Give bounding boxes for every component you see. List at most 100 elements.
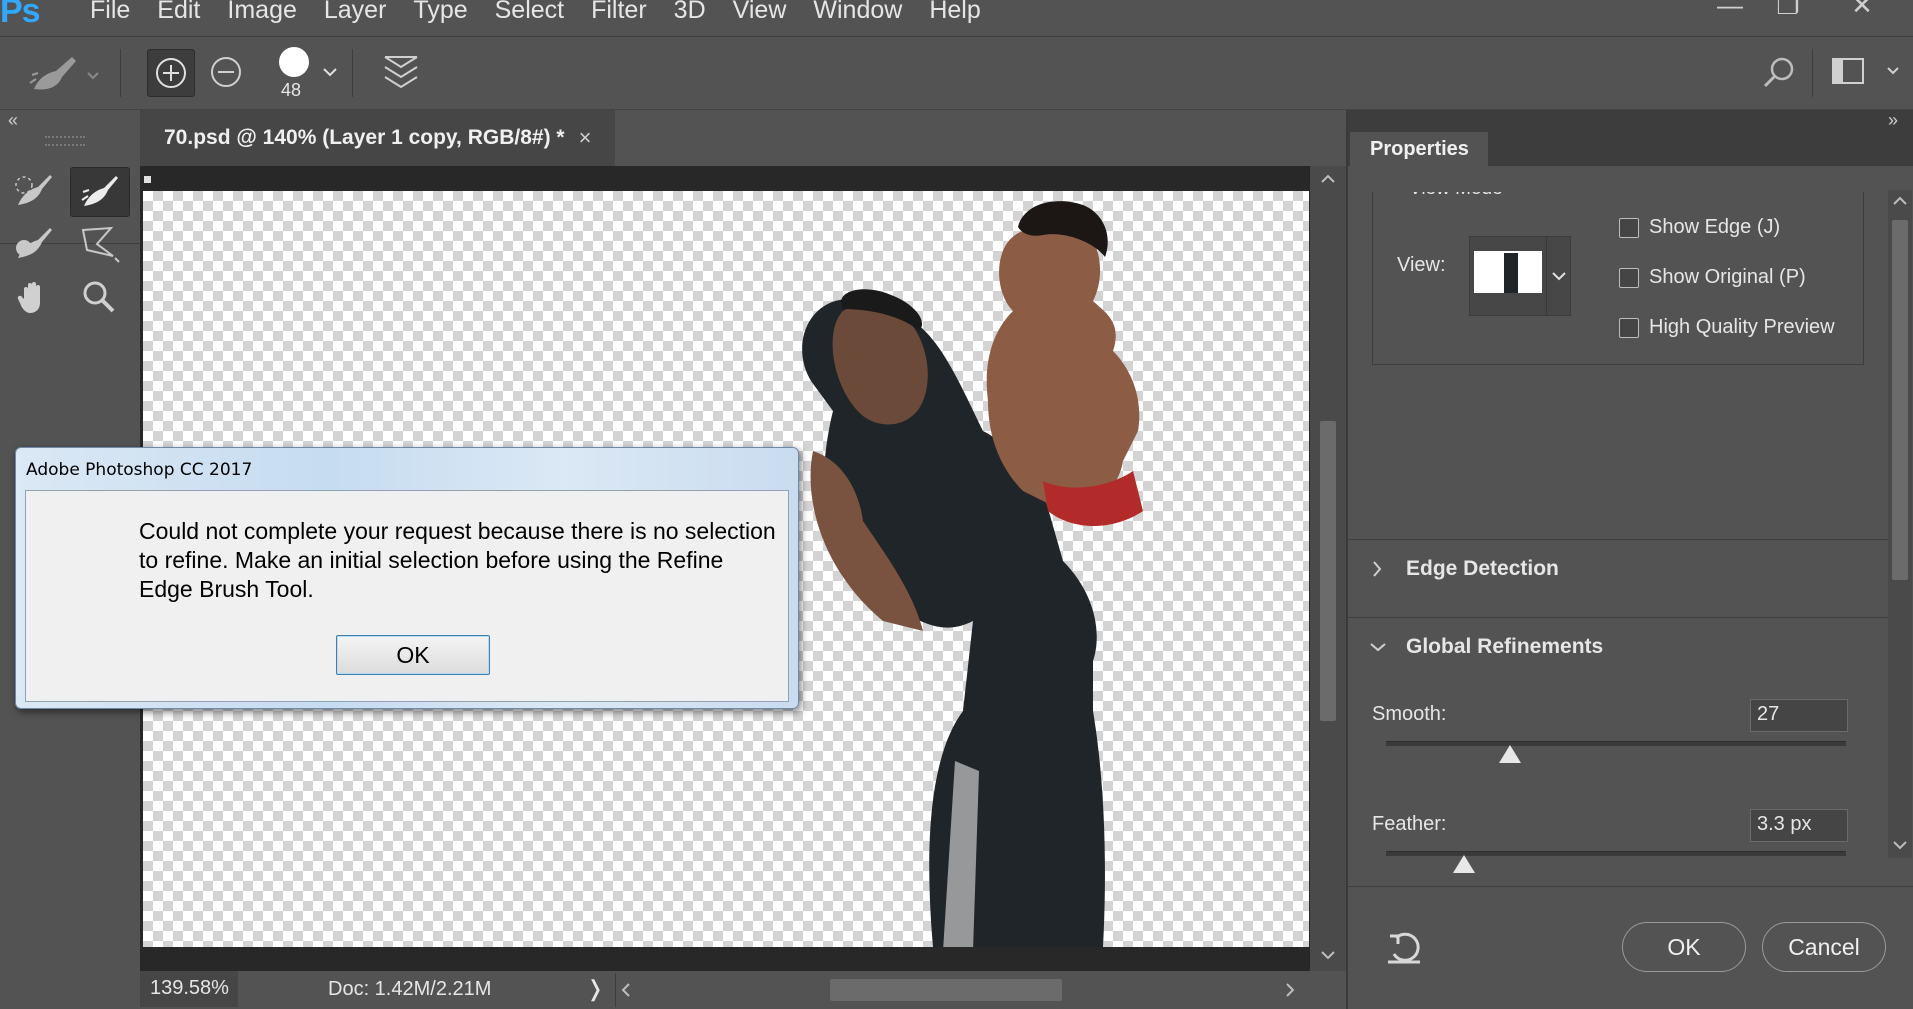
scroll-left-icon[interactable] xyxy=(621,983,631,997)
high-quality-preview-option[interactable]: High Quality Preview xyxy=(1619,316,1835,339)
options-bar: 48 xyxy=(0,37,1913,110)
quick-selection-icon xyxy=(15,175,52,205)
properties-ok-button[interactable]: OK xyxy=(1622,922,1746,972)
search-button[interactable] xyxy=(1762,55,1798,96)
divider xyxy=(615,973,616,1007)
brush-tool[interactable] xyxy=(5,220,63,268)
hand-icon xyxy=(17,282,40,313)
feather-input[interactable]: 3.3 px xyxy=(1750,809,1848,842)
menu-3d[interactable]: 3D xyxy=(674,0,725,25)
close-tab-icon[interactable]: × xyxy=(579,125,592,151)
smooth-slider-thumb[interactable] xyxy=(1499,745,1522,763)
scroll-up-icon[interactable] xyxy=(1321,174,1335,184)
feather-slider[interactable] xyxy=(1386,851,1846,875)
feather-slider-thumb[interactable] xyxy=(1453,855,1476,873)
show-original-checkbox[interactable] xyxy=(1619,267,1639,288)
scroll-up-icon[interactable] xyxy=(1893,196,1907,206)
thumbnail-figure xyxy=(1504,253,1518,293)
smooth-slider[interactable] xyxy=(1386,741,1846,765)
menu-filter[interactable]: Filter xyxy=(591,0,666,25)
divider xyxy=(352,49,353,97)
collapse-panel-button[interactable]: » xyxy=(1888,110,1898,131)
show-edge-label: Show Edge (J) xyxy=(1649,216,1781,238)
zoom-field[interactable]: 139.58% xyxy=(140,971,238,1007)
menu-select[interactable]: Select xyxy=(495,0,583,25)
show-original-option[interactable]: Show Original (P) xyxy=(1619,266,1806,289)
view-label: View: xyxy=(1397,254,1446,276)
menu-window[interactable]: Window xyxy=(813,0,921,25)
scroll-down-icon[interactable] xyxy=(1321,950,1335,960)
divider xyxy=(1348,539,1888,540)
lasso-tool[interactable] xyxy=(70,220,128,268)
feather-label: Feather: xyxy=(1372,813,1447,835)
refine-edge-brush-tool[interactable] xyxy=(70,167,130,217)
toolbar-grip[interactable] xyxy=(45,136,85,146)
vertical-scrollbar[interactable] xyxy=(1310,166,1346,971)
divider xyxy=(1348,886,1913,887)
reset-icon xyxy=(1388,932,1420,964)
chevron-down-icon xyxy=(323,68,337,77)
menu-file[interactable]: File xyxy=(90,0,149,25)
brush-tip-icon xyxy=(279,47,309,77)
brush-size-picker[interactable]: 48 xyxy=(275,45,337,105)
tool-preset-picker[interactable] xyxy=(28,53,100,100)
menu-layer[interactable]: Layer xyxy=(324,0,406,25)
workspace-switcher[interactable] xyxy=(1832,57,1902,94)
minus-circle-icon xyxy=(211,57,241,87)
panel-scroll-thumb[interactable] xyxy=(1892,220,1908,580)
high-quality-preview-checkbox[interactable] xyxy=(1619,317,1639,338)
view-mode-picker[interactable] xyxy=(1469,236,1571,316)
reset-button[interactable] xyxy=(1386,930,1426,971)
edge-detection-section[interactable]: Edge Detection xyxy=(1372,557,1559,581)
document-title: 70.psd @ 140% (Layer 1 copy, RGB/8#) * xyxy=(164,126,565,149)
restore-button[interactable]: ❐ xyxy=(1758,0,1818,20)
show-edge-option[interactable]: Show Edge (J) xyxy=(1619,216,1780,239)
dialog-ok-button[interactable]: OK xyxy=(336,635,490,675)
document-tab-bar: 70.psd @ 140% (Layer 1 copy, RGB/8#) * × xyxy=(140,110,1346,166)
close-window-button[interactable]: ✕ xyxy=(1832,0,1892,20)
doc-size-info: Doc: 1.42M/2.21M xyxy=(328,978,492,1000)
menu-image[interactable]: Image xyxy=(227,0,315,25)
tab-properties[interactable]: Properties xyxy=(1350,132,1488,166)
menu-edit[interactable]: Edit xyxy=(157,0,219,25)
panel-scrollbar[interactable] xyxy=(1888,190,1912,858)
zoom-icon xyxy=(83,281,115,313)
edge-detection-title: Edge Detection xyxy=(1406,557,1559,580)
scroll-down-icon[interactable] xyxy=(1893,840,1907,850)
view-mode-thumbnail xyxy=(1474,251,1542,293)
zoom-tool[interactable] xyxy=(70,273,128,321)
chevron-right-icon xyxy=(1373,561,1382,577)
properties-cancel-button[interactable]: Cancel xyxy=(1762,922,1886,972)
dialog-title: Adobe Photoshop CC 2017 xyxy=(26,460,253,480)
refine-edge-brush-icon xyxy=(81,176,118,206)
menu-view[interactable]: View xyxy=(733,0,806,25)
menu-type[interactable]: Type xyxy=(413,0,486,25)
scroll-right-icon[interactable] xyxy=(1285,983,1295,997)
search-icon xyxy=(1763,57,1794,88)
menu-items: File Edit Image Layer Type Select Filter… xyxy=(90,0,1008,25)
properties-panel: » Properties View Mode View: Show Edge (… xyxy=(1346,110,1913,1009)
smooth-input[interactable]: 27 xyxy=(1750,699,1848,732)
add-to-selection-button[interactable] xyxy=(147,49,195,97)
quick-selection-tool[interactable] xyxy=(5,167,63,215)
smooth-label: Smooth: xyxy=(1372,703,1447,725)
show-edge-checkbox[interactable] xyxy=(1619,217,1639,238)
collapse-toolbar-button[interactable]: « xyxy=(8,110,18,131)
sample-all-layers-button[interactable] xyxy=(381,51,421,98)
document-tab[interactable]: 70.psd @ 140% (Layer 1 copy, RGB/8#) * × xyxy=(140,110,615,166)
global-refinements-title: Global Refinements xyxy=(1406,635,1604,658)
hand-tool[interactable] xyxy=(5,273,63,321)
refine-edge-brush-icon xyxy=(29,57,99,90)
view-mode-title: View Mode xyxy=(1409,178,1503,199)
menu-help[interactable]: Help xyxy=(929,0,999,25)
chevron-down-icon xyxy=(1552,272,1566,281)
global-refinements-section[interactable]: Global Refinements xyxy=(1370,635,1603,659)
status-menu-arrow[interactable]: ❭ xyxy=(586,976,604,1002)
chevron-down-icon xyxy=(1370,643,1386,652)
minimize-button[interactable]: — xyxy=(1700,0,1760,20)
horizontal-scroll-thumb[interactable] xyxy=(830,979,1062,1001)
vertical-scroll-thumb[interactable] xyxy=(1320,421,1336,721)
divider xyxy=(120,49,121,97)
zoom-value: 139.58% xyxy=(150,977,229,999)
subtract-from-selection-button[interactable] xyxy=(203,49,249,95)
